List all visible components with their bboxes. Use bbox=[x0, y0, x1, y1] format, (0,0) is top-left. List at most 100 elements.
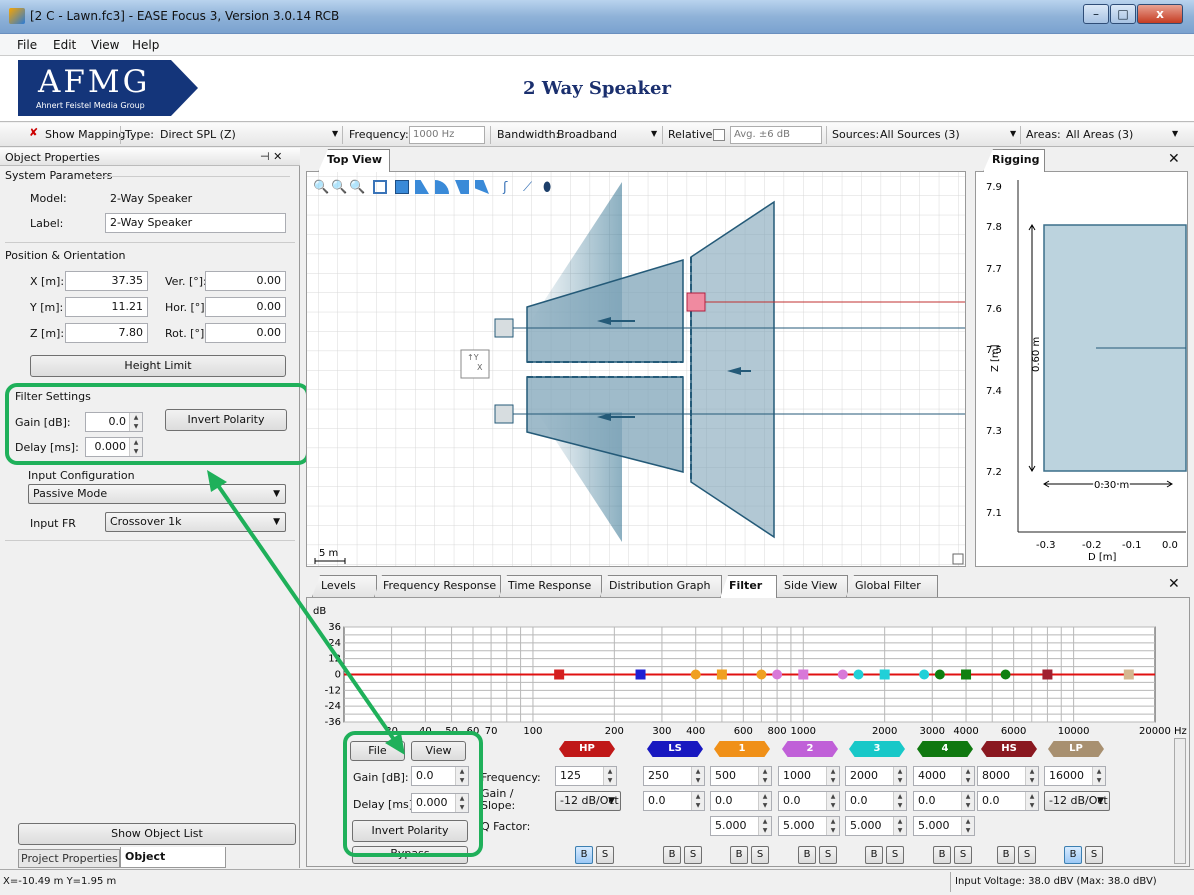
filter-frequency-spinner[interactable]: ▲ ▼ bbox=[691, 767, 704, 785]
filter-panel-scrollbar[interactable] bbox=[1174, 738, 1186, 864]
areas-chevron-down-icon[interactable]: ▼ bbox=[1172, 129, 1178, 138]
tab-global-filter[interactable]: Global Filter bbox=[846, 575, 938, 597]
tab-filter[interactable]: Filter bbox=[720, 575, 777, 598]
filter-bypass-b-button[interactable]: B bbox=[1064, 846, 1082, 864]
filter-gain-spinner[interactable]: ▲ ▼ bbox=[691, 792, 704, 810]
bottom-close-icon[interactable]: ✕ bbox=[1168, 576, 1180, 592]
tab-frequency-response[interactable]: Frequency Response bbox=[374, 575, 501, 597]
tab-object-properties[interactable]: Object Properties bbox=[120, 847, 226, 882]
rigging-close-icon[interactable]: ✕ bbox=[1168, 151, 1180, 167]
filter-frequency-spinner[interactable]: ▲ ▼ bbox=[893, 767, 906, 785]
filter-gain-spinner[interactable]: ▲ ▼ bbox=[893, 792, 906, 810]
menu-view[interactable]: View bbox=[91, 38, 119, 52]
tab-rigging[interactable]: Rigging bbox=[983, 149, 1045, 172]
chevron-down-icon: ▼ bbox=[273, 517, 280, 527]
measure-icon[interactable]: ⟋ bbox=[523, 180, 537, 195]
type-dropdown[interactable]: Direct SPL (Z) bbox=[160, 128, 236, 141]
filter-slope-select[interactable]: -12 dB/Oct ▼ bbox=[1044, 791, 1110, 811]
filter-frequency-spinner[interactable]: ▲ ▼ bbox=[1025, 767, 1038, 785]
minimize-button[interactable]: – bbox=[1083, 4, 1109, 24]
show-object-list-button[interactable]: Show Object List bbox=[18, 823, 296, 845]
y-input[interactable]: 11.21 bbox=[65, 297, 148, 317]
zoom-in-icon[interactable]: 🔍 bbox=[313, 180, 329, 195]
filter-gain-spinner[interactable]: ▲ ▼ bbox=[826, 792, 839, 810]
highlight-bottom-filter-settings bbox=[343, 731, 483, 857]
filter-solo-s-button[interactable]: S bbox=[684, 846, 702, 864]
filter-solo-s-button[interactable]: S bbox=[819, 846, 837, 864]
hor-input[interactable]: 0.00 bbox=[205, 297, 286, 317]
tab-project-properties[interactable]: Project Properties bbox=[18, 849, 120, 868]
freeform-area-icon[interactable] bbox=[475, 180, 489, 194]
zoom-fit-icon[interactable]: 🔍 bbox=[349, 180, 365, 195]
filter-q-spinner[interactable]: ▲ ▼ bbox=[758, 817, 771, 835]
polygon-area-icon[interactable] bbox=[455, 180, 469, 194]
filter-q-spinner[interactable]: ▲ ▼ bbox=[893, 817, 906, 835]
filter-solo-s-button[interactable]: S bbox=[596, 846, 614, 864]
filter-slope-select[interactable]: -12 dB/Oct ▼ bbox=[555, 791, 621, 811]
filter-bypass-b-button[interactable]: B bbox=[730, 846, 748, 864]
rectangle-area-icon[interactable] bbox=[395, 180, 409, 194]
frequency-dropdown[interactable]: 1000 Hz bbox=[409, 126, 485, 144]
filter-frequency-spinner[interactable]: ▲ ▼ bbox=[758, 767, 771, 785]
z-input[interactable]: 7.80 bbox=[65, 323, 148, 343]
filter-solo-s-button[interactable]: S bbox=[751, 846, 769, 864]
filter-gain-spinner[interactable]: ▲ ▼ bbox=[1025, 792, 1038, 810]
type-chevron-down-icon[interactable]: ▼ bbox=[332, 129, 338, 138]
filter-q-spinner[interactable]: ▲ ▼ bbox=[826, 817, 839, 835]
filter-solo-s-button[interactable]: S bbox=[1085, 846, 1103, 864]
arc-area-icon[interactable] bbox=[435, 180, 449, 194]
filter-bypass-b-button[interactable]: B bbox=[997, 846, 1015, 864]
input-fr-select[interactable]: Crossover 1k ▼ bbox=[105, 512, 286, 532]
input-mode-select[interactable]: Passive Mode ▼ bbox=[28, 484, 286, 504]
filter-bypass-b-button[interactable]: B bbox=[663, 846, 681, 864]
trapezoid-area-icon[interactable] bbox=[415, 180, 429, 194]
top-view-canvas[interactable]: ↑Y X 5 m 🔍 🔍 🔍 ʃ ⟋ ⬮ bbox=[306, 171, 966, 567]
microphone-icon[interactable]: ⬮ bbox=[543, 180, 557, 195]
filter-solo-s-button[interactable]: S bbox=[886, 846, 904, 864]
filter-gain-spinner[interactable]: ▲ ▼ bbox=[758, 792, 771, 810]
filter-bypass-b-button[interactable]: B bbox=[798, 846, 816, 864]
tab-distribution-graph[interactable]: Distribution Graph bbox=[600, 575, 722, 597]
maximize-button[interactable]: □ bbox=[1110, 4, 1136, 24]
label-input[interactable]: 2-Way Speaker bbox=[105, 213, 286, 233]
relative-checkbox[interactable] bbox=[713, 129, 725, 141]
filter-q-spinner[interactable]: ▲ ▼ bbox=[961, 817, 974, 835]
zoom-out-icon[interactable]: 🔍 bbox=[331, 180, 347, 195]
filter-frequency-spinner[interactable]: ▲ ▼ bbox=[961, 767, 974, 785]
filter-frequency-spinner[interactable]: ▲ ▼ bbox=[603, 767, 616, 785]
close-window-button[interactable]: x bbox=[1137, 4, 1183, 24]
input-configuration-heading: Input Configuration bbox=[28, 469, 135, 482]
tab-side-view[interactable]: Side View bbox=[775, 575, 848, 597]
menu-file[interactable]: File bbox=[17, 38, 37, 52]
tab-time-response[interactable]: Time Response bbox=[499, 575, 602, 597]
z-label: Z [m]: bbox=[30, 327, 65, 340]
areas-dropdown[interactable]: All Areas (3) bbox=[1066, 128, 1133, 141]
menu-edit[interactable]: Edit bbox=[53, 38, 76, 52]
x-input[interactable]: 37.35 bbox=[65, 271, 148, 291]
filter-frequency-spinner[interactable]: ▲ ▼ bbox=[826, 767, 839, 785]
filter-bypass-b-button[interactable]: B bbox=[865, 846, 883, 864]
view-extents-icon[interactable] bbox=[373, 180, 387, 194]
height-limit-button[interactable]: Height Limit bbox=[30, 355, 286, 377]
filter-bypass-b-button[interactable]: B bbox=[575, 846, 593, 864]
show-mapping-button[interactable]: Show Mapping bbox=[45, 128, 125, 141]
panel-pin-close-icon[interactable]: ⊣ ✕ bbox=[260, 150, 282, 163]
chevron-down-icon: ▼ bbox=[273, 489, 280, 499]
menu-help[interactable]: Help bbox=[132, 38, 159, 52]
tab-levels[interactable]: Levels bbox=[312, 575, 377, 597]
filter-frequency-spinner[interactable]: ▲ ▼ bbox=[1092, 767, 1105, 785]
tab-top-view[interactable]: Top View bbox=[318, 149, 390, 172]
filter-solo-s-button[interactable]: S bbox=[954, 846, 972, 864]
bandwidth-dropdown[interactable]: Broadband bbox=[557, 128, 617, 141]
filter-gain-spinner[interactable]: ▲ ▼ bbox=[961, 792, 974, 810]
line-array-icon[interactable]: ʃ bbox=[503, 180, 517, 195]
sources-chevron-down-icon[interactable]: ▼ bbox=[1010, 129, 1016, 138]
filter-solo-s-button[interactable]: S bbox=[1018, 846, 1036, 864]
sources-dropdown[interactable]: All Sources (3) bbox=[880, 128, 960, 141]
filter-bypass-b-button[interactable]: B bbox=[933, 846, 951, 864]
bandwidth-chevron-down-icon[interactable]: ▼ bbox=[651, 129, 657, 138]
relative-dropdown[interactable]: Avg. ±6 dB bbox=[730, 126, 822, 144]
chevron-down-icon: ▼ bbox=[1097, 796, 1104, 806]
ver-input[interactable]: 0.00 bbox=[205, 271, 286, 291]
rot-input[interactable]: 0.00 bbox=[205, 323, 286, 343]
